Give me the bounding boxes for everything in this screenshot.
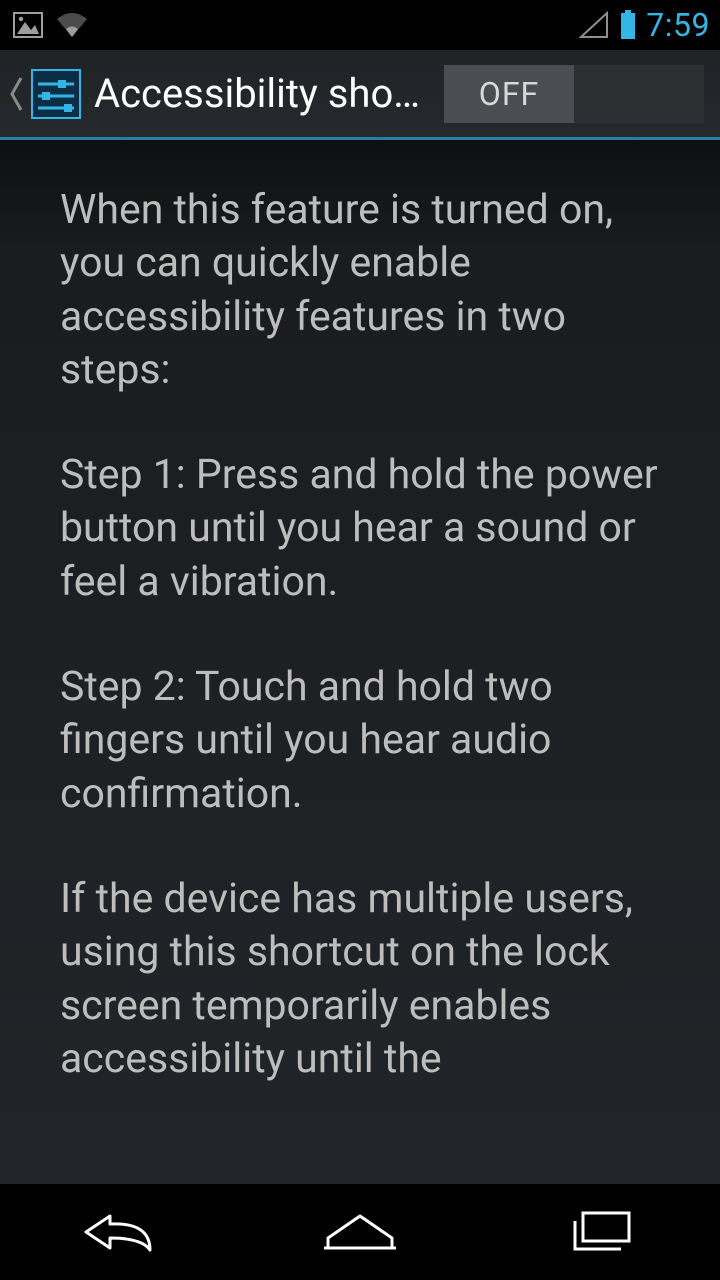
recents-button[interactable] [530,1197,670,1267]
status-right: 7:59 [576,6,710,44]
status-time: 7:59 [646,6,710,44]
status-bar: 7:59 [0,0,720,50]
settings-app-icon[interactable] [26,64,86,124]
back-button[interactable] [50,1197,190,1267]
toggle-label: OFF [444,65,574,123]
step-2-paragraph: Step 2: Touch and hold two fingers until… [60,661,660,821]
multi-user-paragraph: If the device has multiple users, using … [60,873,660,1086]
home-button[interactable] [290,1197,430,1267]
cell-signal-icon [576,11,612,39]
content-scroll[interactable]: When this feature is turned on, you can … [0,140,720,1184]
battery-icon [618,11,638,39]
wifi-icon [54,11,90,39]
up-chevron-icon[interactable] [6,64,26,124]
action-bar: Accessibility shortc… OFF [0,50,720,140]
status-left [10,11,90,39]
step-1-paragraph: Step 1: Press and hold the power button … [60,449,660,609]
feature-toggle[interactable]: OFF [444,65,704,123]
page-title: Accessibility shortc… [86,70,444,117]
picture-notification-icon [10,11,46,39]
intro-paragraph: When this feature is turned on, you can … [60,184,660,397]
navigation-bar [0,1184,720,1280]
toggle-track [574,65,704,123]
